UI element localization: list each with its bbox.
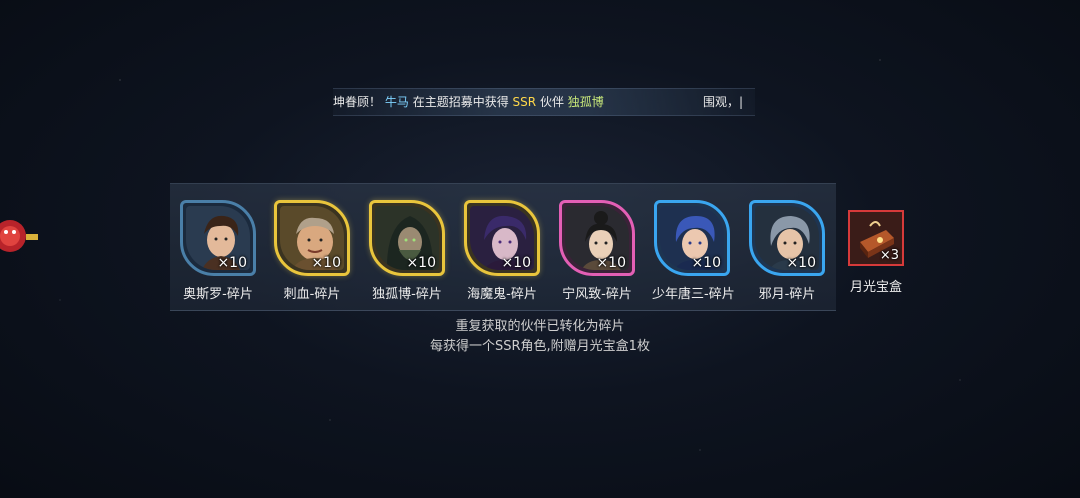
announcement-marquee: 坤眷顾！ 牛马 在主题招募中获得 SSR 伙伴 独孤博 围观，|: [333, 88, 755, 116]
duplicate-info-text: 重复获取的伙伴已转化为碎片: [455, 319, 625, 334]
reward-count: ×10: [217, 255, 247, 271]
reward-card[interactable]: ×10: [654, 200, 730, 276]
reward-count: ×10: [406, 255, 436, 271]
marquee-prefix: 坤眷顾！: [333, 95, 382, 109]
reward-card[interactable]: ×10: [369, 200, 445, 276]
reward-item[interactable]: ×10 独孤博-碎片: [367, 200, 447, 302]
reward-card[interactable]: ×10: [559, 200, 635, 276]
reward-item[interactable]: ×10 邪月-碎片: [747, 200, 827, 302]
marquee-tail: 围观，|: [703, 95, 744, 109]
reward-label: 宁风致-碎片: [562, 287, 632, 302]
reward-count: ×10: [786, 255, 816, 271]
reward-item[interactable]: ×10 海魔鬼-碎片: [462, 200, 542, 302]
reward-item[interactable]: ×10 奥斯罗-碎片: [178, 200, 258, 302]
reward-card[interactable]: ×10: [274, 200, 350, 276]
reward-item[interactable]: ×10 少年唐三-碎片: [652, 200, 735, 302]
reward-item[interactable]: ×10 刺血-碎片: [272, 200, 352, 302]
reward-panel: ×10 奥斯罗-碎片 ×10 刺血-碎片 ×10 独孤博-碎片 ×10 海魔鬼-…: [170, 183, 904, 311]
marquee-middle: 在主题招募中获得: [412, 95, 509, 109]
marquee-partner-name: 独孤博: [567, 95, 604, 109]
marquee-rarity: SSR: [512, 95, 537, 109]
reward-item[interactable]: ×3 月光宝盒: [836, 200, 916, 295]
side-mascot-icon[interactable]: [0, 210, 40, 262]
reward-label: 独孤博-碎片: [372, 287, 442, 302]
ssr-bonus-info-text: 每获得一个SSR角色,附赠月光宝盒1枚: [430, 339, 650, 354]
reward-label: 海魔鬼-碎片: [467, 287, 537, 302]
reward-card[interactable]: ×10: [180, 200, 256, 276]
reward-label: 邪月-碎片: [758, 287, 816, 302]
reward-card[interactable]: ×3: [848, 210, 904, 266]
reward-label: 月光宝盒: [849, 280, 902, 295]
reward-count: ×10: [691, 255, 721, 271]
reward-count: ×3: [879, 248, 899, 263]
reward-count: ×10: [596, 255, 626, 271]
marquee-player-name: 牛马: [384, 95, 409, 109]
reward-count: ×10: [311, 255, 341, 271]
reward-card[interactable]: ×10: [464, 200, 540, 276]
reward-count: ×10: [501, 255, 531, 271]
reward-item[interactable]: ×10 宁风致-碎片: [557, 200, 637, 302]
reward-label: 少年唐三-碎片: [652, 287, 735, 302]
marquee-partner-word: 伙伴: [539, 95, 564, 109]
reward-card[interactable]: ×10: [749, 200, 825, 276]
reward-label: 奥斯罗-碎片: [183, 287, 253, 302]
reward-label: 刺血-碎片: [283, 287, 341, 302]
